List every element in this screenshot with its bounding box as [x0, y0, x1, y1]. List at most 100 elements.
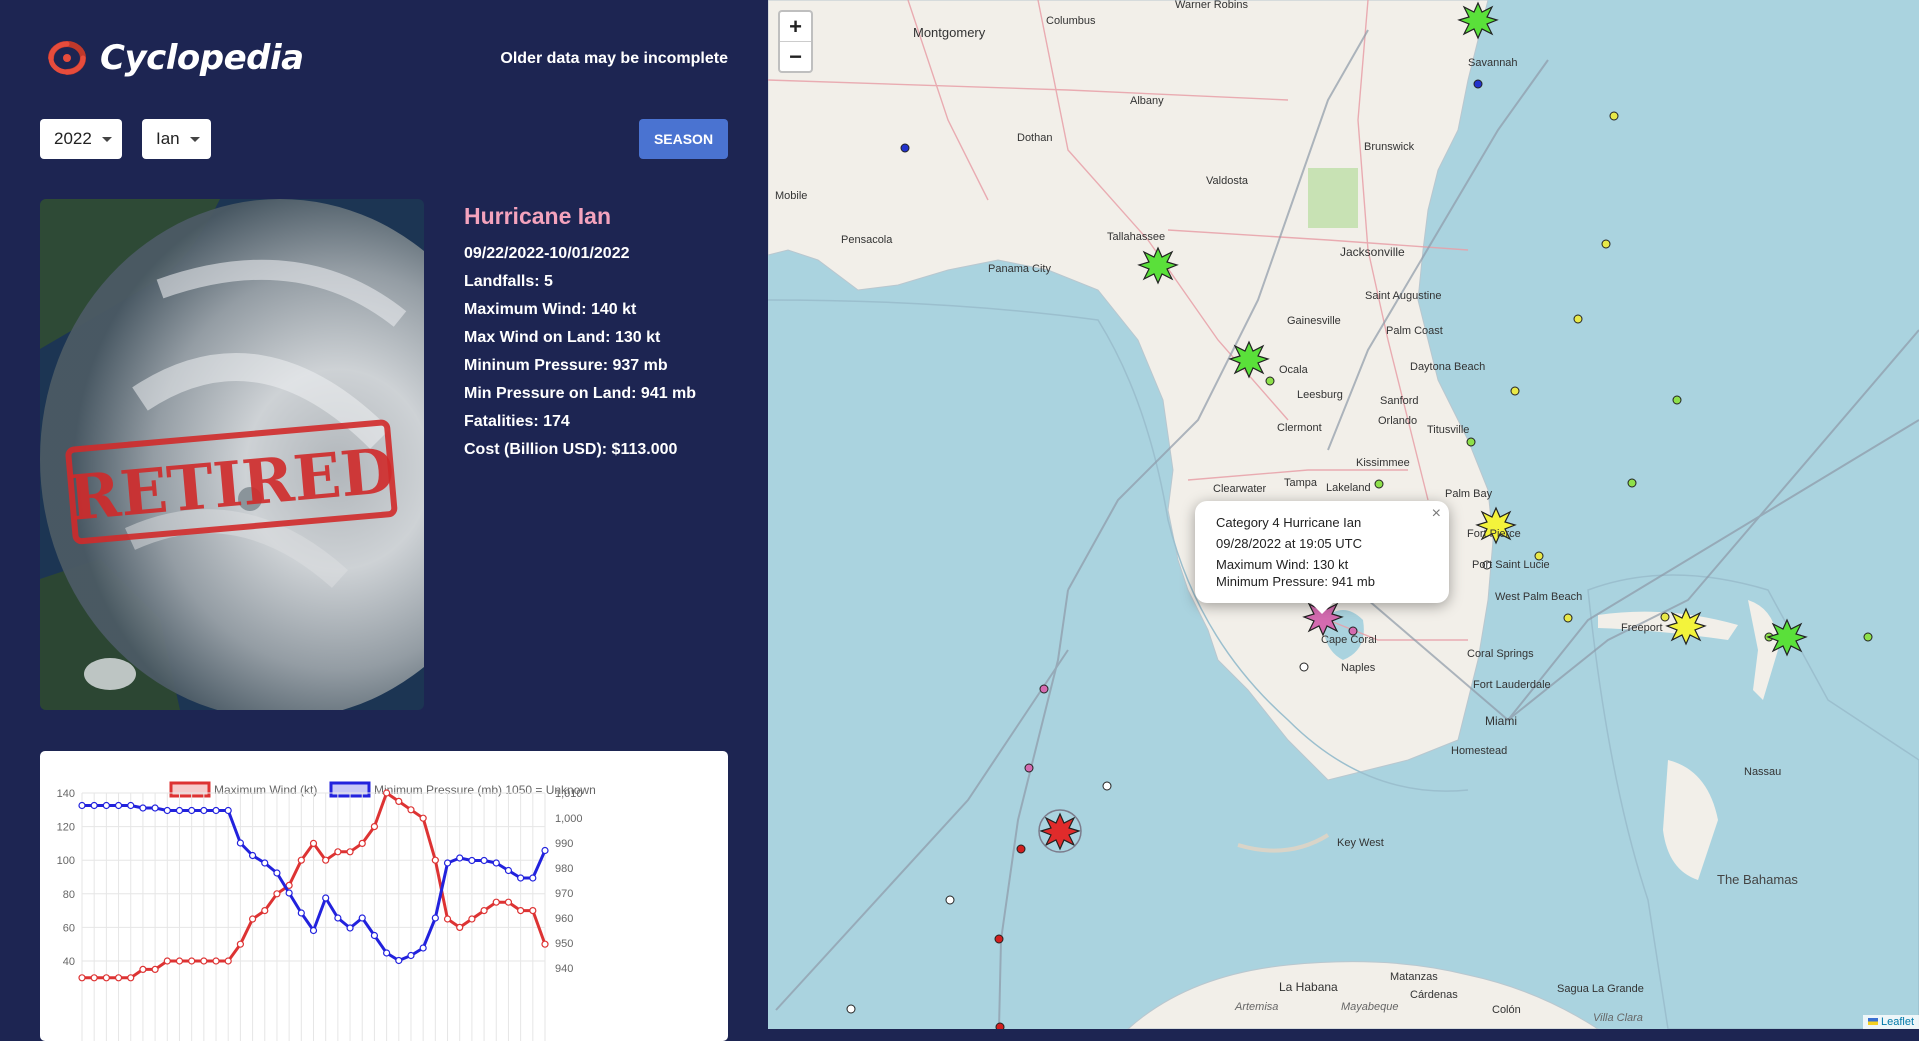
chart-legend[interactable]: Maximum Wind (kt) Minimum Pressure (mb) … [169, 781, 596, 798]
data-point [419, 814, 427, 822]
track-point [1299, 662, 1309, 672]
year-select[interactable]: 2022 [40, 119, 122, 159]
data-point [395, 797, 403, 806]
city-label: Orlando [1378, 415, 1417, 427]
data-point [358, 839, 366, 848]
data-point [102, 974, 110, 982]
data-point [456, 854, 464, 862]
data-point [541, 846, 549, 855]
left-tick-label: 100 [57, 855, 75, 867]
city-label: Freeport [1621, 622, 1663, 634]
city-label: Leesburg [1297, 389, 1343, 401]
popup-wind: Maximum Wind: 130 kt [1216, 557, 1349, 572]
data-point [297, 856, 305, 864]
data-point [334, 914, 342, 922]
data-point [151, 965, 159, 973]
data-point [322, 856, 330, 864]
track-point [1660, 612, 1670, 622]
city-label: Mobile [775, 190, 807, 202]
intensity-chart: Maximum Wind (kt) Minimum Pressure (mb) … [57, 781, 596, 1041]
storm-value: Ian [156, 129, 180, 148]
city-label: Gainesville [1287, 315, 1341, 327]
track-point [1601, 239, 1611, 249]
city-label: Palm Bay [1445, 488, 1493, 500]
data-point [261, 859, 269, 867]
data-point [431, 914, 439, 922]
data-point [541, 940, 549, 948]
landfall-star-icon [1137, 246, 1179, 285]
data-point [480, 856, 488, 865]
storm-landfalls: Landfalls: 5 [464, 273, 553, 290]
city-label: Naples [1341, 662, 1376, 674]
city-label: Sanford [1380, 395, 1419, 407]
city-label: Cape Coral [1321, 634, 1377, 646]
data-point [188, 806, 196, 815]
legend-wind-label: Maximum Wind (kt) [214, 783, 317, 797]
zoom-control: + − [778, 10, 813, 73]
storm-select[interactable]: Ian [142, 119, 211, 159]
cuba-land [1127, 961, 1599, 1029]
track-point [1102, 781, 1112, 791]
track-point [994, 934, 1004, 944]
data-point [383, 949, 391, 957]
data-point [139, 965, 147, 973]
logo[interactable]: Cyclopedia [40, 36, 304, 80]
popup-tip [1308, 600, 1336, 614]
intensity-chart-card: Maximum Wind (kt) Minimum Pressure (mb) … [40, 751, 728, 1041]
data-point [212, 806, 220, 815]
year-value: 2022 [54, 129, 92, 148]
popup-title: Category 4 Hurricane Ian [1216, 515, 1362, 530]
data-point [114, 801, 123, 810]
left-tick-label: 120 [57, 822, 75, 834]
city-label: Lakeland [1326, 482, 1371, 494]
season-button[interactable]: SEASON [639, 119, 728, 159]
popup-time: 09/28/2022 at 19:05 UTC [1216, 536, 1362, 551]
zoom-in-button[interactable]: + [780, 12, 811, 41]
city-label: Colón [1492, 1004, 1521, 1016]
data-point [480, 907, 488, 915]
left-tick-label: 140 [57, 788, 75, 800]
storm-cost: Cost (Billion USD): $113.000 [464, 441, 678, 458]
data-point [492, 859, 500, 867]
storm-min-pressure: Mininum Pressure: 937 mb [464, 357, 668, 374]
data-point [261, 907, 269, 915]
storm-name: Hurricane Ian [464, 203, 611, 229]
zoom-out-button[interactable]: − [780, 41, 811, 71]
city-label: Mayabeque [1341, 1001, 1399, 1013]
data-point [114, 974, 123, 982]
attribution-link[interactable]: Leaflet [1881, 1016, 1914, 1028]
right-tick-label: 950 [555, 938, 573, 950]
popup-close-button[interactable]: × [1432, 505, 1441, 523]
track-point-popup: × Category 4 Hurricane Ian 09/28/2022 at… [1195, 501, 1449, 603]
data-point [90, 801, 98, 810]
track-point [995, 1022, 1005, 1029]
data-point [504, 866, 513, 875]
map-attribution[interactable]: Leaflet [1862, 1015, 1919, 1029]
data-point [139, 804, 147, 812]
data-point [346, 848, 354, 856]
data-point [443, 915, 452, 923]
city-label: Artemisa [1234, 1001, 1278, 1013]
city-label: Valdosta [1206, 175, 1249, 187]
data-point [297, 909, 305, 917]
city-label: Warner Robins [1175, 0, 1248, 11]
data-point [224, 806, 232, 815]
city-label: Jacksonville [1340, 245, 1405, 259]
right-tick-label: 980 [555, 863, 573, 875]
landfall-star-icon [1665, 607, 1707, 646]
data-point [407, 806, 415, 814]
track-point [1672, 395, 1682, 405]
track-point [1609, 111, 1619, 121]
city-label: Daytona Beach [1410, 361, 1485, 373]
storm-fatalities: Fatalities: 174 [464, 413, 570, 430]
data-point [248, 851, 257, 860]
left-tick-label: 80 [63, 889, 75, 901]
track-point [1024, 763, 1034, 773]
data-point [309, 839, 318, 848]
city-label: Kissimmee [1356, 457, 1410, 469]
app-name: Cyclopedia [100, 38, 304, 78]
mainland-land [768, 0, 1494, 781]
data-point [517, 874, 525, 882]
city-label: Tampa [1284, 477, 1318, 489]
data-point [468, 856, 476, 865]
